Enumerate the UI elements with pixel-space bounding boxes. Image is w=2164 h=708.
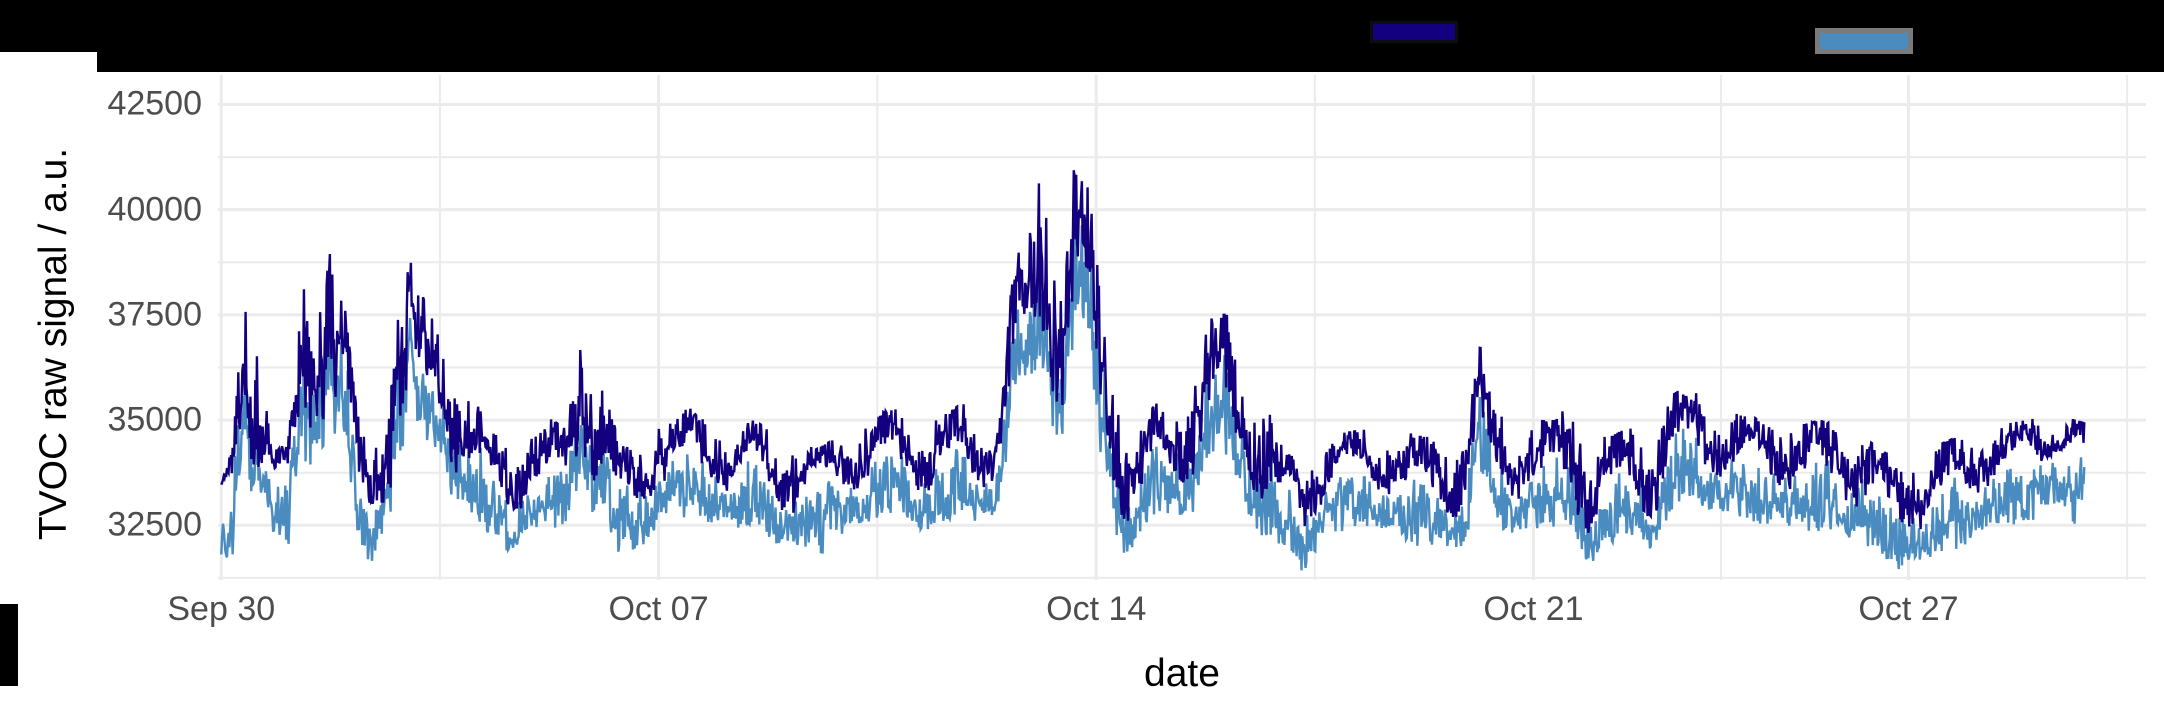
series-line-light-blue	[220, 201, 2086, 571]
x-axis-tick-labels: Sep 30 Oct 07 Oct 14 Oct 21 Oct 27	[167, 590, 2146, 640]
y-tick-label: 35000	[107, 400, 202, 439]
top-left-occlusion-band	[0, 0, 97, 52]
plot-svg	[218, 75, 2146, 580]
x-tick-label: Oct 14	[1046, 590, 1147, 628]
legend-swatch-dark-navy[interactable]	[1370, 21, 1458, 43]
x-tick-label: Oct 21	[1483, 590, 1584, 628]
y-tick-label: 37500	[107, 295, 202, 334]
left-lower-occlusion-band	[0, 604, 18, 686]
y-tick-label: 40000	[107, 190, 202, 229]
y-tick-label: 42500	[107, 84, 202, 123]
x-tick-label: Oct 27	[1858, 590, 1959, 628]
plot-panel	[218, 75, 2146, 580]
tvoc-chart-figure: TVOC raw signal / a.u. 32500 35000 37500 40…	[0, 0, 2164, 708]
y-tick-label: 32500	[107, 505, 202, 544]
legend-swatch-light-blue[interactable]	[1815, 28, 1913, 54]
x-tick-label: Oct 07	[608, 590, 709, 628]
x-axis-title: date	[1144, 652, 1220, 695]
y-axis-tick-labels: 32500 35000 37500 40000 42500	[60, 75, 202, 580]
x-tick-label: Sep 30	[167, 590, 276, 628]
